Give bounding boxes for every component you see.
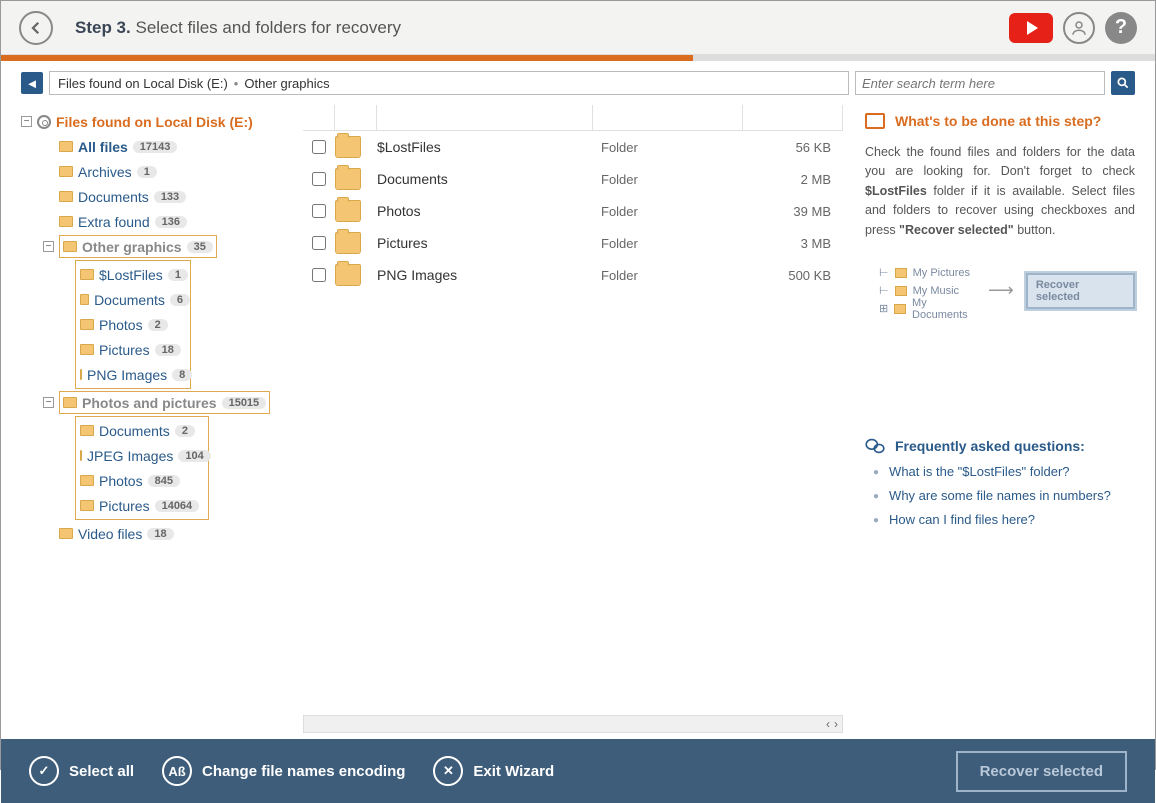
help-title: What's to be done at this step?: [895, 113, 1101, 129]
list-item[interactable]: Photos Folder 39 MB: [303, 195, 843, 227]
tree-item[interactable]: Documents6: [80, 287, 190, 312]
faq-icon: [865, 438, 885, 454]
folder-icon: [80, 369, 82, 380]
tree-item-photos-and-pictures[interactable]: − Photos and pictures 15015: [43, 390, 285, 415]
list-item[interactable]: PNG Images Folder 500 KB: [303, 259, 843, 291]
list-item[interactable]: Documents Folder 2 MB: [303, 163, 843, 195]
select-all-button[interactable]: ✓ Select all: [29, 756, 134, 786]
folder-icon: [59, 141, 73, 152]
recover-selected-button[interactable]: Recover selected: [956, 751, 1127, 792]
tree-item[interactable]: Documents2: [80, 418, 208, 443]
hint-illustration: ⊢My Pictures ⊢My Music ⊞My Documents ⟶ R…: [879, 264, 1135, 318]
folder-icon: [80, 344, 94, 355]
folder-icon: [80, 475, 94, 486]
folder-icon: [59, 216, 73, 227]
tree-item[interactable]: Pictures14064: [80, 493, 208, 518]
faq-link[interactable]: What is the "$LostFiles" folder?: [873, 464, 1135, 482]
tree-item-extra-found[interactable]: Extra found136: [43, 209, 285, 234]
folder-icon: [80, 294, 89, 305]
tree-item[interactable]: PNG Images8: [80, 362, 190, 387]
faq-title: Frequently asked questions:: [895, 438, 1085, 454]
progress-bar: [1, 55, 1155, 61]
tree-item-documents[interactable]: Documents133: [43, 184, 285, 209]
list-header: [303, 105, 843, 131]
folder-icon: [80, 450, 82, 461]
help-pane: What's to be done at this step? Check th…: [855, 103, 1155, 739]
faq-link[interactable]: Why are some file names in numbers?: [873, 488, 1135, 506]
folder-icon: [335, 136, 361, 158]
collapse-icon[interactable]: −: [43, 397, 54, 408]
disk-icon: [37, 115, 51, 129]
list-item[interactable]: $LostFiles Folder 56 KB: [303, 131, 843, 163]
folder-icon: [80, 319, 94, 330]
folder-icon: [59, 166, 73, 177]
checkbox-icon: ✓: [29, 756, 59, 786]
tree-item-lostfiles[interactable]: $LostFiles1: [80, 262, 190, 287]
folder-icon: [335, 168, 361, 190]
select-checkbox[interactable]: [312, 204, 326, 218]
search-input[interactable]: [855, 71, 1105, 95]
page-title: Step 3. Select files and folders for rec…: [75, 18, 401, 38]
folder-icon: [335, 200, 361, 222]
change-encoding-button[interactable]: Aß Change file names encoding: [162, 756, 405, 786]
select-checkbox[interactable]: [312, 140, 326, 154]
list-item[interactable]: Pictures Folder 3 MB: [303, 227, 843, 259]
folder-icon: [59, 528, 73, 539]
collapse-icon[interactable]: −: [43, 241, 54, 252]
horizontal-scrollbar[interactable]: ‹ ›: [303, 715, 843, 733]
breadcrumb-root[interactable]: Files found on Local Disk (E:): [58, 76, 228, 91]
scroll-right-icon[interactable]: ›: [834, 717, 838, 731]
account-button[interactable]: [1063, 12, 1095, 44]
folder-icon: [63, 397, 77, 408]
folder-icon: [80, 269, 94, 280]
faq-link[interactable]: How can I find files here?: [873, 512, 1135, 530]
breadcrumb-back-button[interactable]: ◄: [21, 72, 43, 94]
search-button[interactable]: [1111, 71, 1135, 95]
close-icon: ✕: [433, 756, 463, 786]
folder-icon: [335, 232, 361, 254]
folder-icon: [63, 241, 77, 252]
help-body: Check the found files and folders for th…: [865, 143, 1135, 240]
collapse-icon[interactable]: −: [21, 116, 32, 127]
exit-wizard-button[interactable]: ✕ Exit Wizard: [433, 756, 554, 786]
youtube-icon[interactable]: [1009, 13, 1053, 43]
folder-icon: [335, 264, 361, 286]
tree-item[interactable]: JPEG Images104: [80, 443, 208, 468]
tree-pane: − Files found on Local Disk (E:) All fil…: [1, 103, 291, 739]
select-checkbox[interactable]: [312, 236, 326, 250]
select-checkbox[interactable]: [312, 268, 326, 282]
scroll-left-icon[interactable]: ‹: [826, 717, 830, 731]
encoding-icon: Aß: [162, 756, 192, 786]
tree-item[interactable]: Photos845: [80, 468, 208, 493]
file-list-pane: $LostFiles Folder 56 KB Documents Folder…: [291, 103, 855, 739]
tree-item[interactable]: Pictures18: [80, 337, 190, 362]
folder-icon: [59, 191, 73, 202]
help-button[interactable]: ?: [1105, 12, 1137, 44]
folder-icon: [80, 425, 94, 436]
folder-icon: [80, 500, 94, 511]
tree-item-video-files[interactable]: Video files18: [43, 521, 285, 546]
back-button[interactable]: [19, 11, 53, 45]
tree-root[interactable]: − Files found on Local Disk (E:): [21, 109, 285, 134]
tree-item-archives[interactable]: Archives1: [43, 159, 285, 184]
select-checkbox[interactable]: [312, 172, 326, 186]
breadcrumb-current[interactable]: Other graphics: [244, 76, 329, 91]
tree-item-all-files[interactable]: All files 17143: [43, 134, 285, 159]
tree-item-other-graphics[interactable]: − Other graphics 35: [43, 234, 285, 259]
tree-item[interactable]: Photos2: [80, 312, 190, 337]
breadcrumb[interactable]: Files found on Local Disk (E:) • Other g…: [49, 71, 849, 95]
book-icon: [865, 113, 885, 129]
